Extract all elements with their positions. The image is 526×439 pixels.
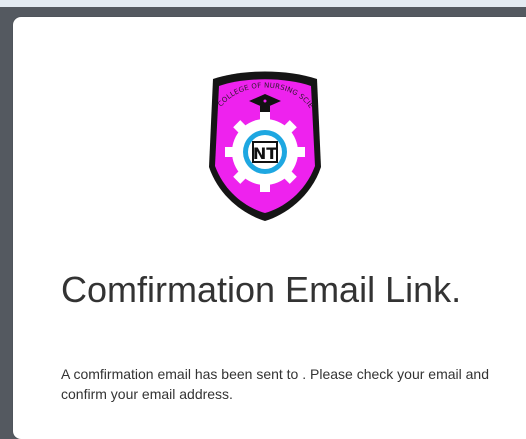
school-crest-logo: COLLEGE OF NURSING SCIENCE & TECHNOLOGY: [203, 61, 321, 221]
confirmation-message: A comfirmation email has been sent to . …: [61, 366, 489, 402]
page-title: Comfirmation Email Link.: [61, 269, 462, 310]
confirmation-card: COLLEGE OF NURSING SCIENCE & TECHNOLOGY: [13, 17, 526, 439]
logo-monogram: NT: [253, 144, 277, 163]
